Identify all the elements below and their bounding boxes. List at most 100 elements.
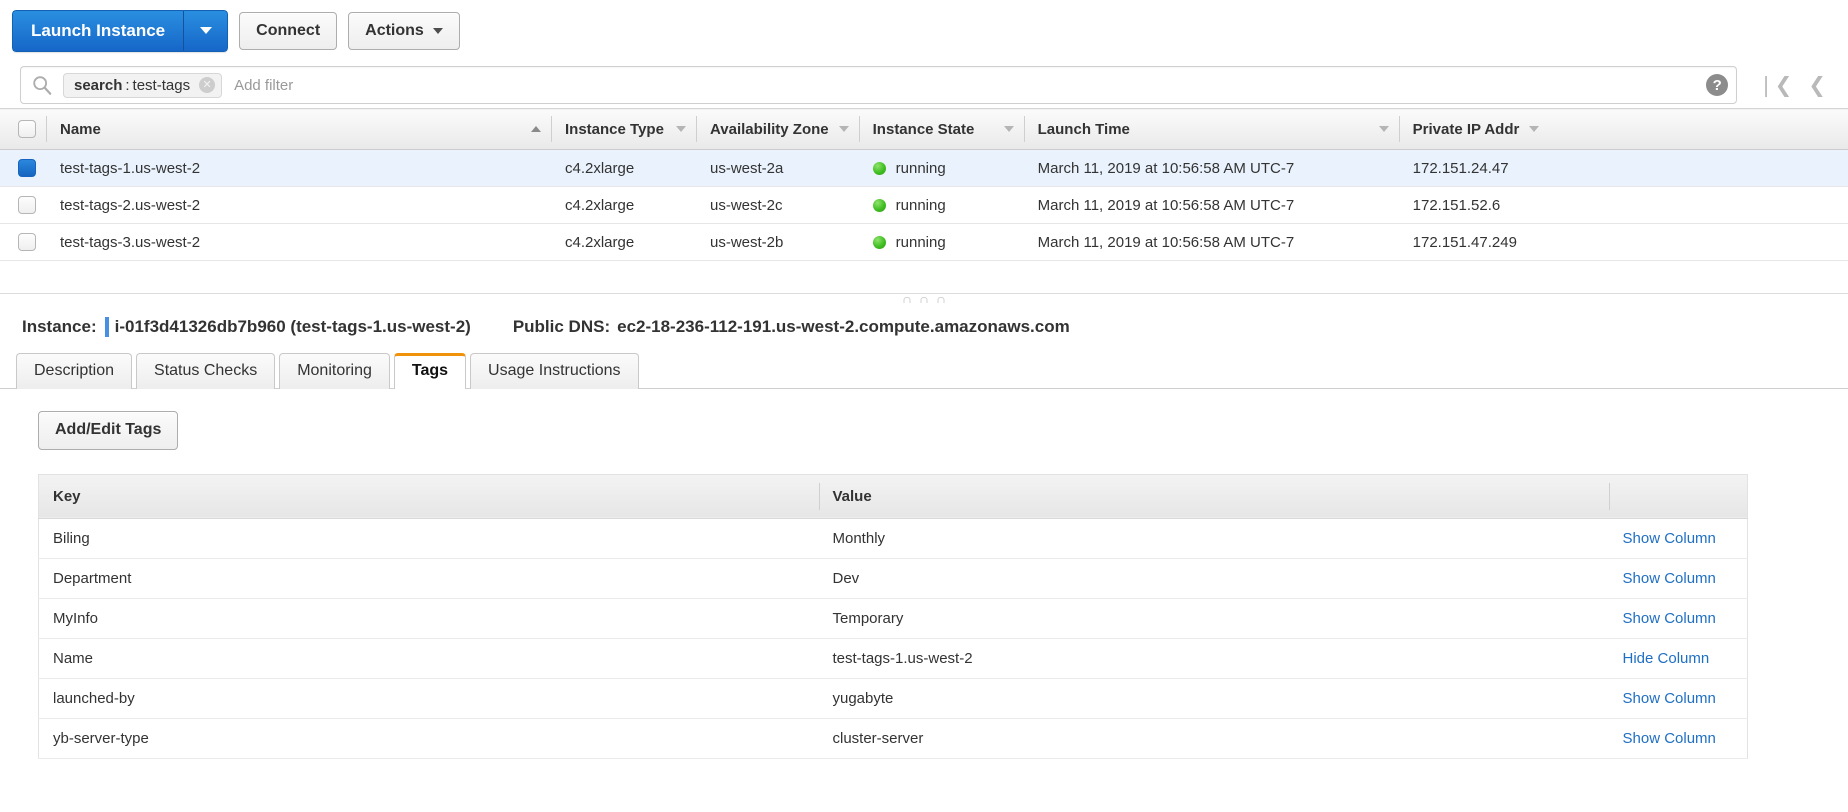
cell-instance-state: running	[859, 187, 1024, 224]
column-header-key: Key	[39, 474, 819, 518]
tag-column-toggle-cell: Show Column	[1609, 518, 1748, 558]
tag-column-toggle-cell: Show Column	[1609, 678, 1748, 718]
cell-instance-type: c4.2xlarge	[551, 224, 696, 261]
instances-table-header: Name Instance Type Availability Zone Ins…	[0, 109, 1848, 150]
filter-pill-separator: :	[125, 77, 129, 94]
cell-launch-time: March 11, 2019 at 10:56:58 AM UTC-7	[1024, 187, 1399, 224]
active-filter-pill[interactable]: search:test-tags ✕	[63, 73, 222, 98]
tags-header-row: Key Value	[39, 474, 1748, 518]
launch-instance-group: Launch Instance	[12, 10, 228, 52]
tag-key: Name	[39, 638, 819, 678]
state-label: running	[896, 197, 946, 214]
cell-instance-state: running	[859, 224, 1024, 261]
launch-instance-button[interactable]: Launch Instance	[12, 10, 184, 52]
row-checkbox[interactable]	[18, 159, 36, 177]
tag-key: Department	[39, 558, 819, 598]
table-row: launched-by yugabyte Show Column	[39, 678, 1748, 718]
tag-column-toggle-cell: Show Column	[1609, 718, 1748, 758]
chevron-down-icon	[200, 27, 212, 34]
tags-panel: Add/Edit Tags Key Value Biling Monthly S…	[0, 389, 1848, 758]
tag-column-toggle-cell: Hide Column	[1609, 638, 1748, 678]
panel-splitter[interactable]	[0, 293, 1848, 307]
tags-table-header: Key Value	[39, 474, 1748, 518]
connect-button[interactable]: Connect	[239, 12, 337, 50]
sort-descending-icon	[1004, 126, 1014, 132]
filter-bar[interactable]: search:test-tags ✕ Add filter ?	[20, 66, 1737, 104]
splitter-grip-icon[interactable]	[904, 297, 945, 303]
column-label: Instance State	[873, 121, 975, 138]
sort-descending-icon	[839, 126, 849, 132]
state-label: running	[896, 234, 946, 251]
cell-instance-state: running	[859, 150, 1024, 187]
show-column-link[interactable]: Show Column	[1623, 570, 1716, 587]
tab-monitoring[interactable]: Monitoring	[279, 353, 390, 389]
public-dns-label: Public DNS:	[513, 317, 610, 337]
column-header-launch-time[interactable]: Launch Time	[1024, 109, 1399, 150]
tab-tags[interactable]: Tags	[394, 353, 466, 389]
remove-filter-icon[interactable]: ✕	[199, 77, 215, 93]
tag-value: Dev	[819, 558, 1609, 598]
hide-column-link[interactable]: Hide Column	[1623, 650, 1710, 667]
sort-descending-icon	[1379, 126, 1389, 132]
column-label: Launch Time	[1038, 121, 1130, 138]
launch-instance-dropdown-button[interactable]	[184, 10, 228, 52]
running-status-icon	[873, 199, 886, 212]
tag-value: Monthly	[819, 518, 1609, 558]
cell-launch-time: March 11, 2019 at 10:56:58 AM UTC-7	[1024, 150, 1399, 187]
table-row[interactable]: test-tags-1.us-west-2 c4.2xlarge us-west…	[0, 150, 1848, 187]
cell-private-ip: 172.151.47.249	[1399, 224, 1848, 261]
sort-descending-icon	[676, 126, 686, 132]
help-icon[interactable]: ?	[1706, 74, 1728, 96]
instances-table: Name Instance Type Availability Zone Ins…	[0, 108, 1848, 261]
tab-status-checks[interactable]: Status Checks	[136, 353, 275, 389]
first-page-button[interactable]: ❘❮	[1757, 75, 1792, 96]
state-label: running	[896, 160, 946, 177]
select-all-header[interactable]	[0, 109, 46, 150]
tag-key: launched-by	[39, 678, 819, 718]
column-header-actions	[1609, 474, 1748, 518]
column-label: Instance Type	[565, 121, 664, 138]
add-filter-input[interactable]: Add filter	[234, 77, 1706, 94]
filter-pill-value: test-tags	[133, 77, 191, 94]
tag-column-toggle-cell: Show Column	[1609, 598, 1748, 638]
filter-bar-row: search:test-tags ✕ Add filter ? ❘❮ ❮	[0, 62, 1848, 108]
instance-id-value[interactable]: i-01f3d41326db7b960 (test-tags-1.us-west…	[115, 317, 471, 337]
row-checkbox[interactable]	[18, 196, 36, 214]
show-column-link[interactable]: Show Column	[1623, 610, 1716, 627]
column-header-availability-zone[interactable]: Availability Zone	[696, 109, 859, 150]
previous-page-button[interactable]: ❮	[1808, 75, 1826, 96]
tags-table-body: Biling Monthly Show Column Department De…	[39, 518, 1748, 758]
cell-name: test-tags-2.us-west-2	[46, 187, 551, 224]
column-header-name[interactable]: Name	[46, 109, 551, 150]
cell-launch-time: March 11, 2019 at 10:56:58 AM UTC-7	[1024, 224, 1399, 261]
tag-value: cluster-server	[819, 718, 1609, 758]
tag-key: Biling	[39, 518, 819, 558]
filter-pill-key: search	[74, 77, 122, 94]
column-header-instance-type[interactable]: Instance Type	[551, 109, 696, 150]
show-column-link[interactable]: Show Column	[1623, 530, 1716, 547]
select-all-checkbox[interactable]	[18, 120, 36, 138]
table-row[interactable]: test-tags-2.us-west-2 c4.2xlarge us-west…	[0, 187, 1848, 224]
cell-name: test-tags-1.us-west-2	[46, 150, 551, 187]
tab-description[interactable]: Description	[16, 353, 132, 389]
row-select-cell[interactable]	[0, 187, 46, 224]
column-header-instance-state[interactable]: Instance State	[859, 109, 1024, 150]
instances-table-body: test-tags-1.us-west-2 c4.2xlarge us-west…	[0, 150, 1848, 261]
table-row: Name test-tags-1.us-west-2 Hide Column	[39, 638, 1748, 678]
add-edit-tags-button[interactable]: Add/Edit Tags	[38, 411, 178, 449]
tab-usage-instructions[interactable]: Usage Instructions	[470, 353, 639, 389]
row-checkbox[interactable]	[18, 233, 36, 251]
row-select-cell[interactable]	[0, 224, 46, 261]
cell-instance-type: c4.2xlarge	[551, 187, 696, 224]
sort-ascending-icon	[531, 126, 541, 132]
table-row: yb-server-type cluster-server Show Colum…	[39, 718, 1748, 758]
public-dns-value[interactable]: ec2-18-236-112-191.us-west-2.compute.ama…	[617, 317, 1070, 337]
column-label: Name	[60, 121, 101, 138]
row-select-cell[interactable]	[0, 150, 46, 187]
column-header-private-ip[interactable]: Private IP Addr	[1399, 109, 1848, 150]
show-column-link[interactable]: Show Column	[1623, 730, 1716, 747]
sort-descending-icon	[1529, 126, 1539, 132]
show-column-link[interactable]: Show Column	[1623, 690, 1716, 707]
actions-button[interactable]: Actions	[348, 12, 460, 50]
table-row[interactable]: test-tags-3.us-west-2 c4.2xlarge us-west…	[0, 224, 1848, 261]
